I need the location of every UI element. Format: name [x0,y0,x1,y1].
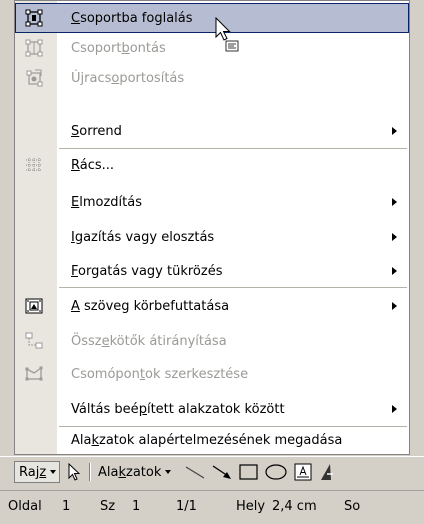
reroute-connectors-icon [23,332,45,350]
regroup-icon [23,69,45,87]
wordart-tool-button[interactable] [318,461,338,483]
oval-icon [265,464,287,480]
mouse-cursor-icon [215,17,239,52]
dropdown-arrow-icon [50,470,57,474]
text-box-icon [294,463,312,481]
submenu-arrow-icon [392,127,397,135]
text-wrap-icon [23,297,45,315]
draw-menu: Csoportba foglalás Csoportbontás Újracso… [14,0,410,455]
menu-item-label: Elmozdítás [71,194,142,210]
status-bar: Oldal 1 Sz 1 1/1 Hely 2,4 cm So [0,490,424,524]
menu-item-label: Forgatás vagy tükrözés [71,263,223,279]
submenu-arrow-icon [392,267,397,275]
draw-label-accel: z [39,464,47,480]
menu-item-label: Alakzatok alapértelmezésének megadása [71,432,343,448]
ungroup-icon [23,39,45,57]
drawing-toolbar: Raj z Ala k zatok [0,456,424,488]
text-box-tool-button[interactable] [293,461,313,483]
grid-icon [23,156,45,174]
line-icon [185,466,205,479]
autoshapes-label-accel: k [118,464,127,480]
menu-item-label: Csoportba foglalás [71,10,193,26]
menu-item-reroute-connectors[interactable]: Összekötők átirányítása [15,326,409,356]
menu-item-nudge[interactable]: Elmozdítás [15,187,409,217]
edit-points-icon [23,365,45,383]
rectangle-icon [239,464,258,480]
menu-item-label: Csomópontok szerkesztése [71,366,249,382]
menu-item-label: Csoportbontás [71,40,166,56]
select-objects-button[interactable] [66,461,82,483]
arrow-tool-button[interactable] [211,461,233,483]
menu-item-label: Váltás beépített alakzatok között [71,401,285,417]
menu-item-label: Újracsoportosítás [71,70,185,86]
status-section-value: 1 [132,499,141,514]
draw-menu-button[interactable]: Raj z [14,461,60,483]
autoshapes-label-pre: Ala [98,464,119,480]
group-icon [23,9,45,27]
menu-item-label: Összekötők átirányítása [71,333,227,349]
menu-separator [59,287,407,288]
menu-item-switch-shapes[interactable]: Váltás beépített alakzatok között [15,394,409,424]
wordart-icon [321,464,333,480]
draw-label-pre: Raj [19,464,40,480]
menu-item-order[interactable]: Sorrend [15,116,409,146]
status-position-value: 2,4 cm [272,499,317,514]
menu-item-label: Igazítás vagy elosztás [71,229,215,245]
oval-tool-button[interactable] [264,461,288,483]
menu-item-text-wrapping[interactable]: A szöveg körbefuttatása [15,291,409,321]
menu-item-label: A szöveg körbefuttatása [71,298,230,314]
menu-item-group[interactable]: Csoportba foglalás [15,3,409,33]
submenu-arrow-icon [392,198,397,206]
autoshapes-menu-button[interactable]: Ala k zatok [98,461,172,483]
submenu-arrow-icon [392,405,397,413]
menu-item-regroup[interactable]: Újracsoportosítás [15,63,409,93]
status-page-label: Oldal [8,499,42,514]
submenu-arrow-icon [392,233,397,241]
arrow-icon [212,465,231,479]
status-position-label: Hely [236,499,266,514]
submenu-arrow-icon [392,302,397,310]
toolbar-separator [89,463,91,481]
menu-item-rotate[interactable]: Forgatás vagy tükrözés [15,256,409,286]
menu-item-ungroup[interactable]: Csoportbontás [15,33,409,63]
menu-item-label: Sorrend [71,123,122,139]
status-page-of: 1/1 [176,499,197,514]
select-pointer-icon [68,463,81,481]
menu-item-label: Rács... [71,157,115,173]
menu-separator [59,148,407,149]
menu-item-set-shape-defaults[interactable]: Alakzatok alapértelmezésének megadása [15,425,409,455]
line-tool-button[interactable] [184,461,206,483]
menu-item-align[interactable]: Igazítás vagy elosztás [15,222,409,252]
dropdown-arrow-icon [165,470,172,474]
menu-item-grid[interactable]: Rács... [15,150,409,180]
status-truncated-field: So [344,499,361,514]
autoshapes-label-post: zatok [126,464,162,480]
rectangle-tool-button[interactable] [238,461,260,483]
status-section-label: Sz [100,499,116,514]
status-page-value: 1 [62,499,71,514]
menu-item-edit-points[interactable]: Csomópontok szerkesztése [15,359,409,389]
